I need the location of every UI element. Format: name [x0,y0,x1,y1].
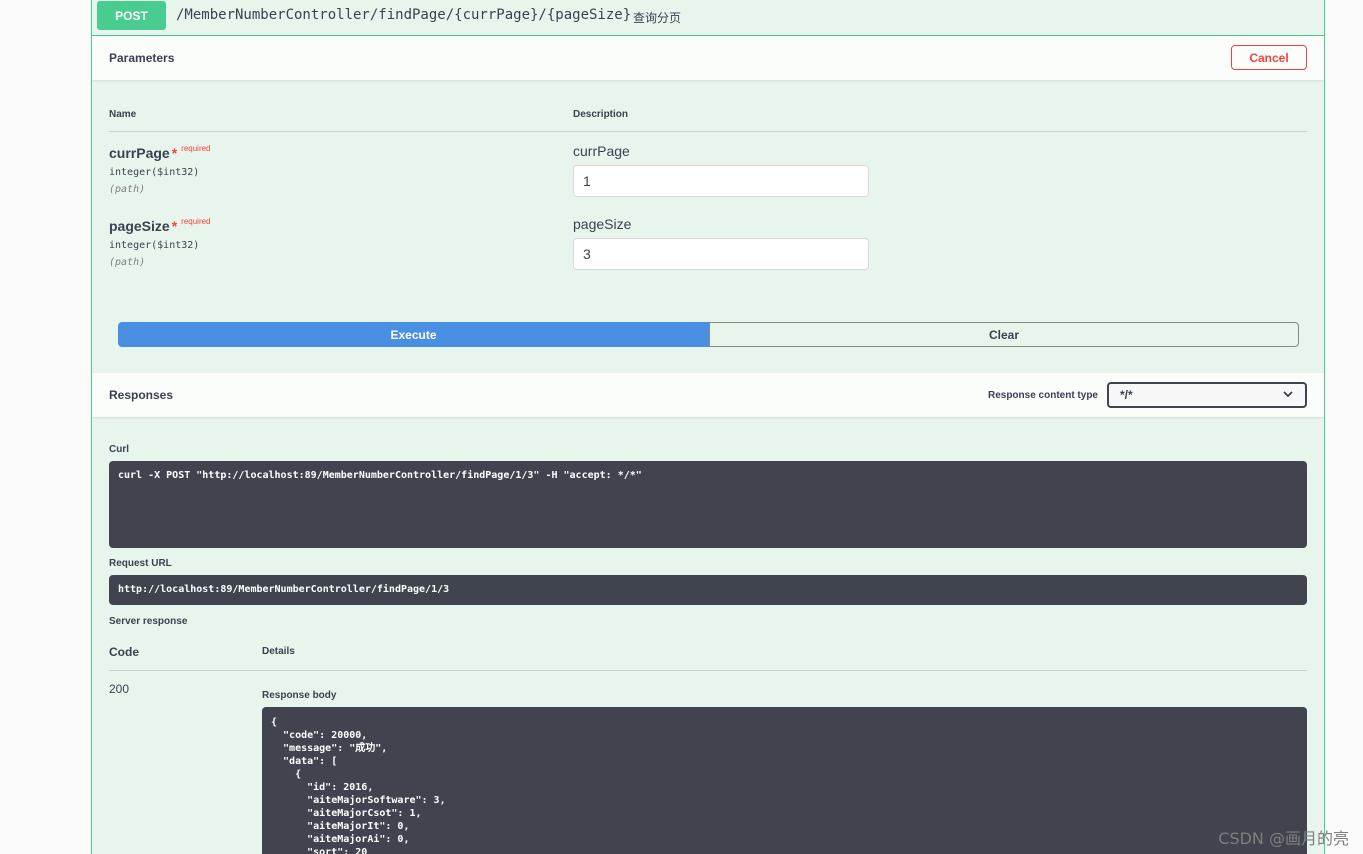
operation-summary[interactable]: POST /MemberNumberController/findPage/{c… [92,0,1324,36]
param-label-currpage: currPage [573,143,630,159]
responses-title: Responses [109,388,174,402]
col-details-header: Details [262,646,295,657]
col-code-header: Code [109,645,139,659]
cancel-button[interactable]: Cancel [1231,45,1307,70]
response-content-type-label: Response content type [987,390,1098,401]
curl-label: Curl [109,444,129,455]
method-badge: POST [97,1,166,30]
response-table-divider [109,670,1307,671]
required-tag: required [181,217,211,226]
param-in-pagesize: (path) [109,257,146,268]
response-content-type-select[interactable]: */* [1107,382,1307,408]
endpoint-description: 查询分页 [633,11,682,25]
parameters-header: Parameters Cancel [92,36,1324,80]
params-divider [109,131,1307,132]
param-in-currpage: (path) [109,184,146,195]
param-label-pagesize: pageSize [573,216,632,232]
currpage-input[interactable]: 1 [573,165,869,197]
col-description-header: Description [573,109,629,120]
param-type-pagesize: integer($int32) [109,240,200,251]
server-response-label: Server response [109,616,188,627]
watermark: CSDN @画月的亮 [1218,829,1349,848]
response-body-label: Response body [262,690,337,701]
response-body[interactable]: { "code": 20000, "message": "成功", "data"… [262,707,1307,854]
operation-block: POST /MemberNumberController/findPage/{c… [91,0,1325,854]
execute-button-group: Execute Clear [118,322,1299,347]
col-name-header: Name [109,109,137,120]
request-url[interactable]: http://localhost:89/MemberNumberControll… [109,575,1307,605]
clear-button[interactable]: Clear [709,322,1299,347]
parameters-title: Parameters [109,51,175,65]
responses-header: Responses Response content type */* [92,373,1324,417]
pagesize-input[interactable]: 3 [573,238,869,270]
response-code: 200 [109,682,130,696]
required-star: * [171,145,178,161]
required-tag: required [181,144,211,153]
param-name-pagesize: pageSize * required [109,217,211,234]
execute-button[interactable]: Execute [118,322,709,347]
param-name-currpage: currPage * required [109,144,211,161]
param-type-currpage: integer($int32) [109,167,200,178]
request-url-label: Request URL [109,558,172,569]
chevron-down-icon [1283,389,1293,402]
endpoint-path: /MemberNumberController/findPage/{currPa… [176,7,632,23]
curl-code[interactable]: curl -X POST "http://localhost:89/Member… [109,461,1307,548]
required-star: * [171,218,178,234]
